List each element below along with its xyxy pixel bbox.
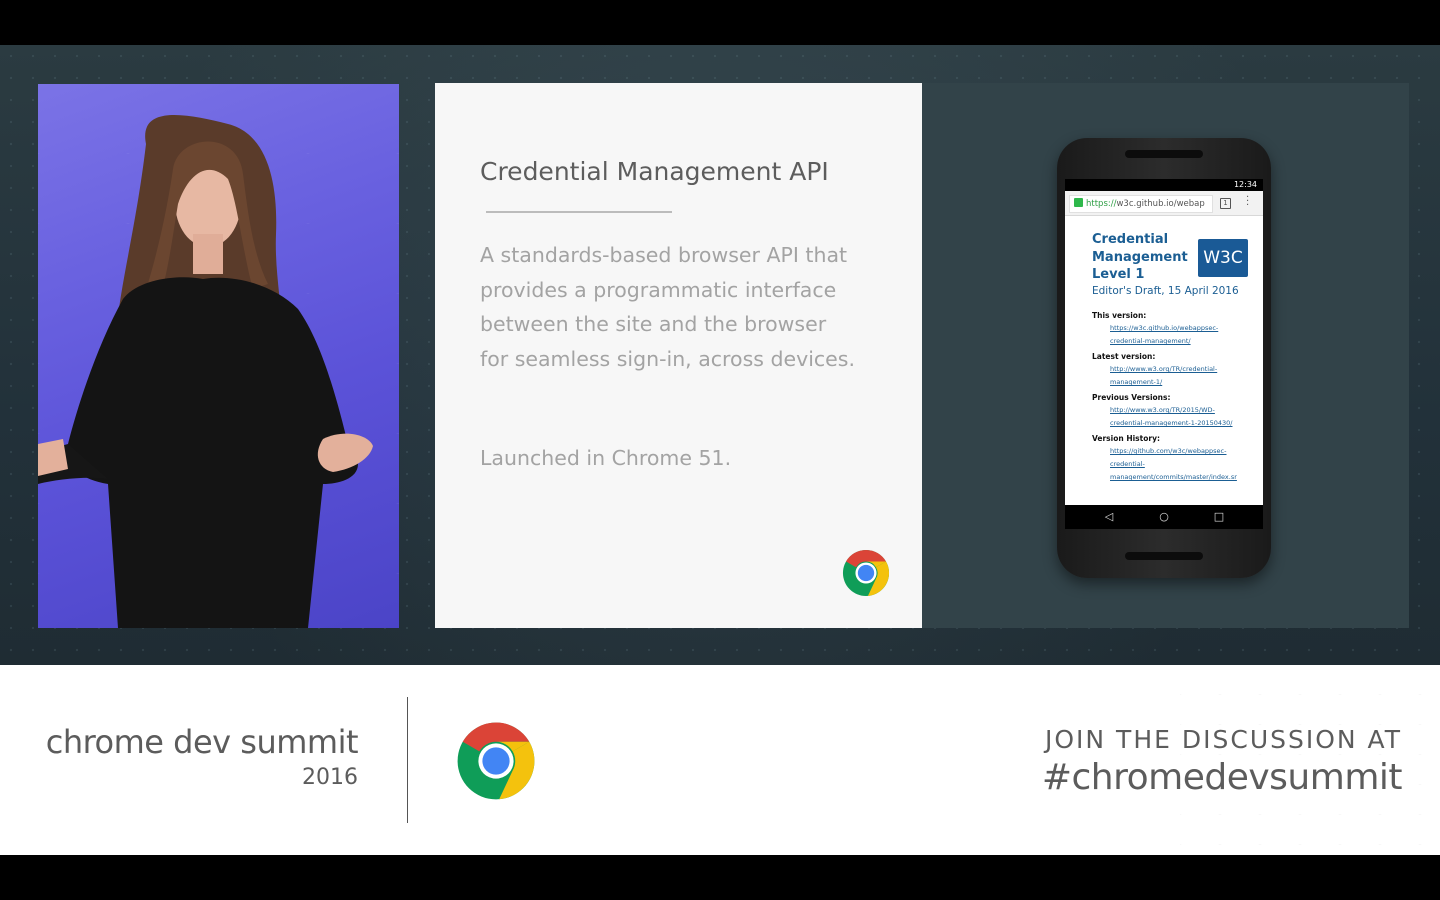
recents-icon[interactable]: □: [1213, 511, 1225, 523]
doc-link[interactable]: credential-management/: [1110, 337, 1191, 345]
letterbox-bottom: [0, 855, 1440, 900]
doc-section-label: Version History:: [1092, 434, 1160, 443]
speaker-figure: [38, 115, 373, 628]
doc-link[interactable]: management/commits/master/index.sr: [1110, 473, 1237, 481]
doc-date: Editor's Draft, 15 April 2016: [1092, 285, 1239, 297]
doc-link[interactable]: credential-management-1-20150430/: [1110, 419, 1232, 427]
doc-section-label: This version:: [1092, 311, 1147, 320]
doc-link[interactable]: management-1/: [1110, 378, 1162, 386]
doc-section-label: Latest version:: [1092, 352, 1156, 361]
doc-section-label: Previous Versions:: [1092, 393, 1171, 402]
doc-link[interactable]: https://w3c.github.io/webappsec-: [1110, 324, 1218, 332]
android-phone: 12:34 https://w3c.github.io/webap 1 · · · …: [1057, 138, 1271, 578]
join-discussion-text: JOIN THE DISCUSSION AT: [1044, 725, 1402, 754]
lower-third-banner: chrome dev summit 2016 JOIN THE DISCUSSI…: [0, 665, 1440, 855]
chrome-logo-icon: [457, 722, 535, 800]
slide-body-line: provides a programmatic interface: [480, 277, 837, 302]
doc-link[interactable]: http://www.w3.org/TR/2015/WD-: [1110, 406, 1215, 414]
spec-document: Credential Management Level 1 W3C Editor…: [1065, 216, 1263, 496]
slide-title-rule: [486, 211, 672, 213]
hashtag: #chromedevsummit: [1041, 757, 1403, 798]
tab-switcher-icon[interactable]: 1: [1220, 198, 1231, 209]
event-year: 2016: [302, 765, 358, 790]
lock-icon: [1074, 198, 1083, 207]
slide-launched-text: Launched in Chrome 51.: [480, 446, 732, 470]
back-icon[interactable]: ◁: [1103, 511, 1115, 523]
slide-body-line: A standards-based browser API that: [480, 243, 848, 267]
home-icon[interactable]: ○: [1158, 511, 1170, 523]
android-nav-bar: ◁ ○ □: [1065, 505, 1263, 529]
browser-toolbar: https://w3c.github.io/webap 1 · · ·: [1065, 191, 1263, 216]
phone-panel: 12:34 https://w3c.github.io/webap 1 · · · …: [922, 83, 1409, 628]
slide-body: A standards-based browser API that provi…: [480, 238, 900, 376]
slide-body-line: between the site and the browser: [480, 312, 827, 336]
speaker-video: [38, 84, 399, 628]
slide-body-line: for seamless sign-in, across devices.: [480, 346, 855, 371]
status-time: 12:34: [1233, 180, 1257, 189]
doc-link[interactable]: http://www.w3.org/TR/credential-: [1110, 365, 1217, 373]
url-text: w3c.github.io/webap: [1116, 199, 1205, 209]
banner-divider: [407, 697, 408, 823]
chrome-logo-icon: [842, 549, 890, 597]
letterbox-top: [0, 0, 1440, 45]
presentation-slide: Credential Management API A standards-ba…: [435, 83, 922, 628]
doc-link[interactable]: credential-: [1110, 460, 1145, 468]
phone-screen: 12:34 https://w3c.github.io/webap 1 · · · …: [1065, 179, 1263, 529]
address-bar[interactable]: https://w3c.github.io/webap: [1069, 195, 1213, 213]
url-scheme: https://: [1086, 199, 1117, 209]
status-bar: 12:34: [1065, 179, 1263, 191]
doc-link[interactable]: https://github.com/w3c/webappsec-: [1110, 447, 1226, 455]
w3c-logo[interactable]: W3C: [1198, 239, 1248, 277]
event-name: chrome dev summit: [45, 723, 359, 761]
doc-title: Credential Management Level 1: [1092, 232, 1188, 282]
slide-title: Credential Management API: [480, 157, 829, 186]
overflow-menu-icon[interactable]: · · ·: [1246, 193, 1250, 211]
